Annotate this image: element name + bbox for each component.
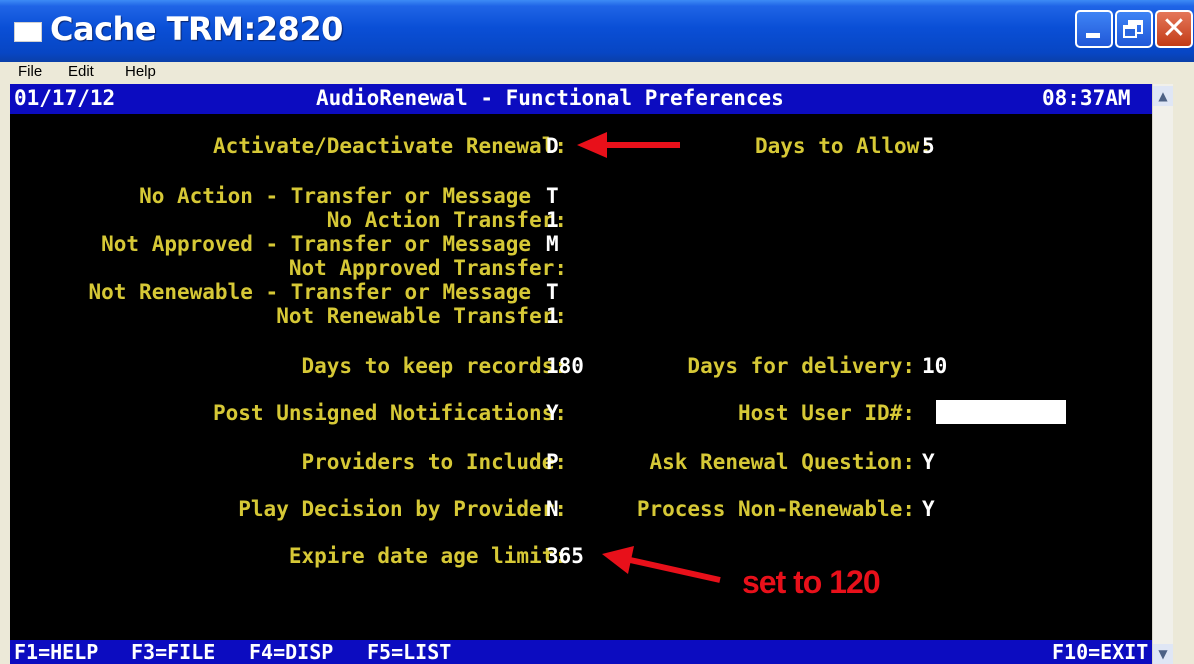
play-decision-value[interactable]: N <box>546 497 559 521</box>
no-action-transfer-label: No Action Transfer: <box>326 208 567 232</box>
process-nonrenew-value[interactable]: Y <box>922 497 935 521</box>
f3-file-key[interactable]: F3=FILE <box>131 640 215 664</box>
activate-label: Activate/Deactivate Renewal: <box>212 134 567 158</box>
function-key-bar: F1=HELP F3=FILE F4=DISP F5=LIST F10=EXIT <box>10 640 1152 664</box>
not-approved-transfer-label: Not Approved Transfer: <box>288 256 567 280</box>
menu-bar: File Edit Help <box>0 62 1194 84</box>
post-unsigned-value[interactable]: Y <box>546 401 559 425</box>
ask-renewal-label: Ask Renewal Question: <box>649 450 915 474</box>
days-delivery-label: Days for delivery: <box>687 354 915 378</box>
play-decision-label: Play Decision by Provider: <box>238 497 567 521</box>
expire-value[interactable]: 365 <box>546 544 584 568</box>
not-approved-label: Not Approved - Transfer or Message <box>101 232 531 256</box>
header-title: AudioRenewal - Functional Preferences <box>316 86 784 110</box>
not-renewable-transfer-label: Not Renewable Transfer: <box>276 304 567 328</box>
app-icon <box>14 22 42 42</box>
post-unsigned-label: Post Unsigned Notifications: <box>212 401 567 425</box>
no-action-value[interactable]: T <box>546 184 559 208</box>
restore-icon-back <box>1123 25 1137 38</box>
header-time: 08:37AM <box>1042 86 1131 110</box>
days-keep-label: Days to keep records: <box>301 354 567 378</box>
host-user-input[interactable] <box>936 400 1066 424</box>
menu-file[interactable]: File <box>18 63 42 80</box>
vertical-scrollbar[interactable]: ▲ ▼ <box>1152 84 1173 664</box>
no-action-transfer-value[interactable]: 1 <box>546 208 559 232</box>
days-delivery-value[interactable]: 10 <box>922 354 947 378</box>
title-bar[interactable]: Cache TRM:2820 ✕ <box>0 0 1194 62</box>
scroll-up-icon[interactable]: ▲ <box>1153 86 1173 106</box>
days-allow-label: Days to Allow: <box>754 134 932 158</box>
ask-renewal-value[interactable]: Y <box>922 450 935 474</box>
activate-value[interactable]: D <box>546 134 559 158</box>
providers-value[interactable]: P <box>546 450 559 474</box>
annotation-note: set to 120 <box>742 564 881 600</box>
scroll-down-icon[interactable]: ▼ <box>1153 644 1173 664</box>
close-button[interactable]: ✕ <box>1155 10 1193 48</box>
days-allow-value[interactable]: 5 <box>922 134 935 158</box>
no-action-label: No Action - Transfer or Message <box>139 184 531 208</box>
expire-label: Expire date age limit: <box>288 544 567 568</box>
process-nonrenew-label: Process Non-Renewable: <box>636 497 915 521</box>
minimize-button[interactable] <box>1075 10 1113 48</box>
not-renewable-label: Not Renewable - Transfer or Message <box>88 280 531 304</box>
header-date: 01/17/12 <box>14 86 116 110</box>
minimize-icon <box>1086 33 1100 38</box>
annotation-arrow-expire <box>602 546 721 583</box>
f4-disp-key[interactable]: F4=DISP <box>249 640 333 664</box>
close-icon: ✕ <box>1161 11 1187 46</box>
annotation-arrow-activate <box>577 132 680 158</box>
not-renewable-value[interactable]: T <box>546 280 559 304</box>
menu-help[interactable]: Help <box>125 63 156 80</box>
not-renewable-transfer-value[interactable]: 1 <box>546 304 559 328</box>
days-keep-value[interactable]: 180 <box>546 354 584 378</box>
f5-list-key[interactable]: F5=LIST <box>367 640 451 664</box>
host-user-label: Host User ID#: <box>737 401 915 425</box>
f10-exit-key[interactable]: F10=EXIT <box>1052 640 1148 664</box>
maximize-button[interactable] <box>1115 10 1153 48</box>
terminal-window: Cache TRM:2820 ✕ File Edit Help 01/17/12… <box>0 0 1194 664</box>
not-approved-value[interactable]: M <box>546 232 559 256</box>
f1-help-key[interactable]: F1=HELP <box>14 640 98 664</box>
window-title: Cache TRM:2820 <box>50 10 343 48</box>
providers-label: Providers to Include: <box>301 450 567 474</box>
menu-edit[interactable]: Edit <box>68 63 94 80</box>
terminal-screen[interactable]: 01/17/12 AudioRenewal - Functional Prefe… <box>10 84 1172 664</box>
